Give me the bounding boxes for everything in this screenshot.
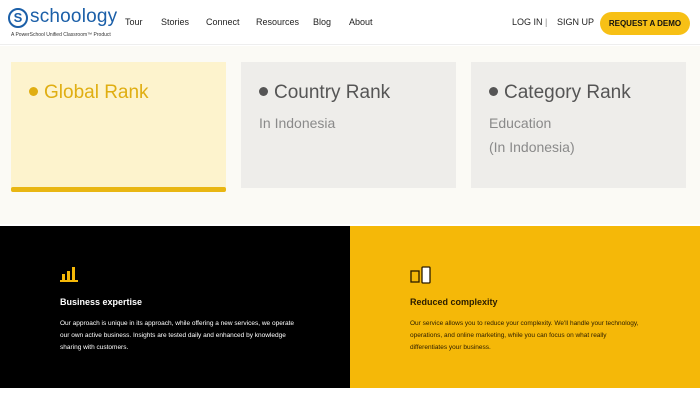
- dot-icon: [29, 87, 38, 96]
- site-header: S schoology A PowerSchool Unified Classr…: [0, 0, 700, 45]
- feature-reduced-complexity: Reduced complexity Our service allows yo…: [350, 226, 700, 388]
- nav-tour[interactable]: Tour: [125, 17, 143, 27]
- schoology-s-icon: S: [8, 8, 28, 28]
- nav-blog[interactable]: Blog: [313, 17, 331, 27]
- rank-title: Category Rank: [489, 82, 686, 104]
- active-tab-indicator: [11, 187, 226, 192]
- brand-name: schoology: [30, 6, 118, 27]
- nav-connect[interactable]: Connect: [206, 17, 240, 27]
- feature-body: Our approach is unique in its approach, …: [60, 320, 295, 351]
- rank-section: Global Rank Country Rank In Indonesia Ca…: [0, 46, 700, 224]
- devices-icon: [410, 266, 431, 284]
- feature-business-expertise: Business expertise Our approach is uniqu…: [0, 226, 350, 388]
- bottom-strip: [0, 388, 700, 400]
- signup-link[interactable]: SIGN UP: [557, 17, 594, 27]
- bar-chart-icon: [60, 267, 78, 282]
- dot-icon: [259, 87, 268, 96]
- nav-about[interactable]: About: [349, 17, 373, 27]
- feature-title: Business expertise: [60, 297, 143, 307]
- rank-title: Country Rank: [259, 82, 456, 104]
- request-demo-button[interactable]: REQUEST A DEMO: [600, 12, 690, 35]
- feature-body: Our service allows you to reduce your co…: [410, 320, 639, 351]
- schoology-logo[interactable]: S schoology A PowerSchool Unified Classr…: [8, 6, 117, 40]
- nav-stories[interactable]: Stories: [161, 17, 189, 27]
- dot-icon: [489, 87, 498, 96]
- global-rank-tab[interactable]: Global Rank: [11, 62, 226, 192]
- rank-title: Global Rank: [29, 82, 226, 104]
- category-rank-tab[interactable]: Category Rank Education (In Indonesia): [471, 62, 686, 188]
- login-link[interactable]: LOG IN: [512, 17, 543, 27]
- rank-subtitle: Education (In Indonesia): [489, 115, 575, 155]
- rank-subtitle: In Indonesia: [259, 115, 336, 131]
- nav-resources[interactable]: Resources: [256, 17, 299, 27]
- brand-tagline: A PowerSchool Unified Classroom™ Product: [11, 32, 111, 38]
- feature-title: Reduced complexity: [410, 297, 498, 307]
- nav-separator: |: [545, 17, 548, 27]
- country-rank-tab[interactable]: Country Rank In Indonesia: [241, 62, 456, 188]
